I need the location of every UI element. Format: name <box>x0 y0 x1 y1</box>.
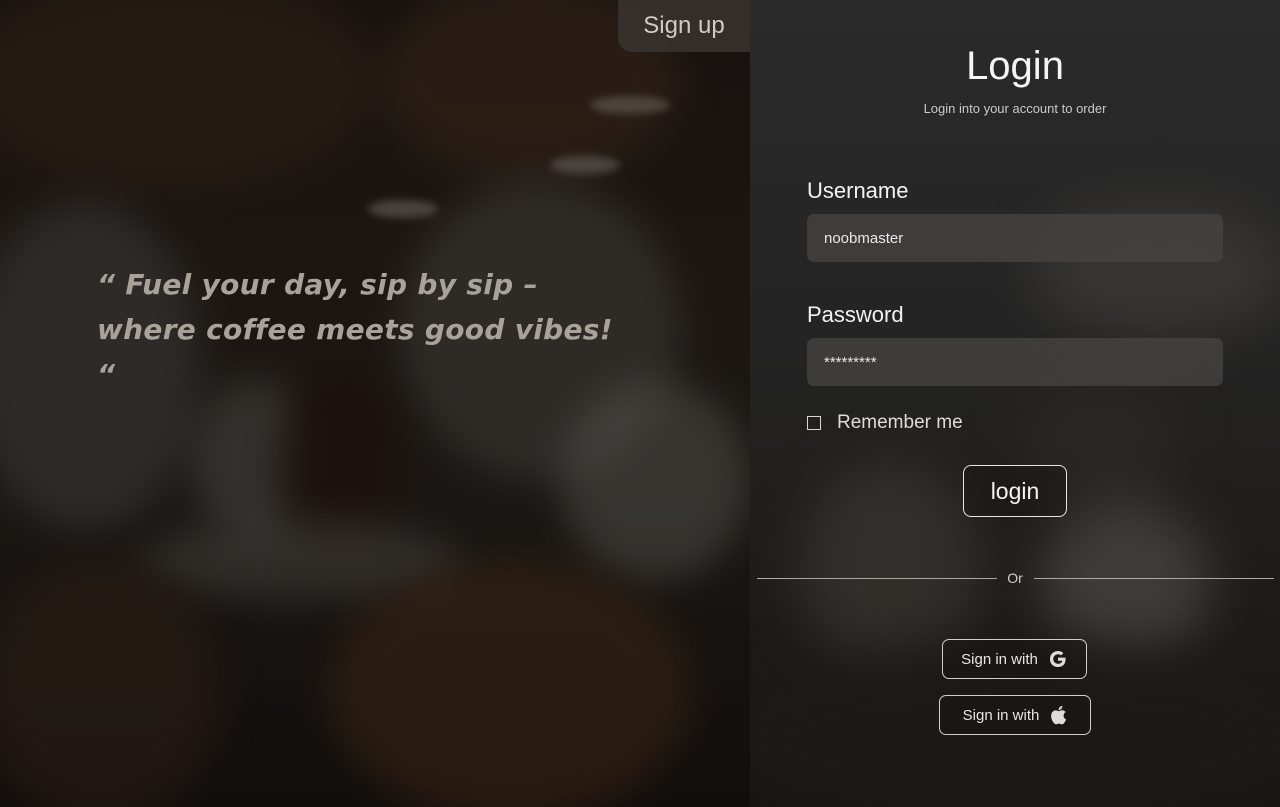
hero-background: “ Fuel your day, sip by sip – where coff… <box>0 0 750 807</box>
login-button[interactable]: login <box>963 465 1067 517</box>
login-panel: Login Login into your account to order U… <box>750 0 1280 807</box>
username-value: noobmaster <box>824 229 904 247</box>
login-subtitle: Login into your account to order <box>923 101 1107 116</box>
apple-signin-button[interactable]: Sign in with <box>939 695 1091 735</box>
password-label: Password <box>807 302 904 327</box>
google-signin-button[interactable]: Sign in with <box>942 639 1087 679</box>
remember-checkbox[interactable] <box>807 416 821 430</box>
hero-quote-line2: where coffee meets good vibes! “ <box>97 313 613 391</box>
hero-quote-line1: “ Fuel your day, sip by sip – <box>97 268 538 301</box>
password-input[interactable]: ********* <box>807 338 1223 386</box>
login-title: Login <box>966 44 1064 88</box>
apple-icon <box>1051 705 1067 725</box>
google-signin-label: Sign in with <box>961 650 1038 668</box>
apple-signin-label: Sign in with <box>962 706 1040 724</box>
remember-me[interactable]: Remember me <box>807 412 963 434</box>
signup-button[interactable]: Sign up <box>618 0 750 52</box>
divider-right <box>1034 578 1274 579</box>
remember-label: Remember me <box>837 412 963 433</box>
username-label: Username <box>807 178 909 203</box>
google-icon <box>1049 651 1066 667</box>
hero-quote: “ Fuel your day, sip by sip – where coff… <box>97 262 617 397</box>
username-input[interactable]: noobmaster <box>807 214 1223 262</box>
password-value: ********* <box>824 353 877 371</box>
